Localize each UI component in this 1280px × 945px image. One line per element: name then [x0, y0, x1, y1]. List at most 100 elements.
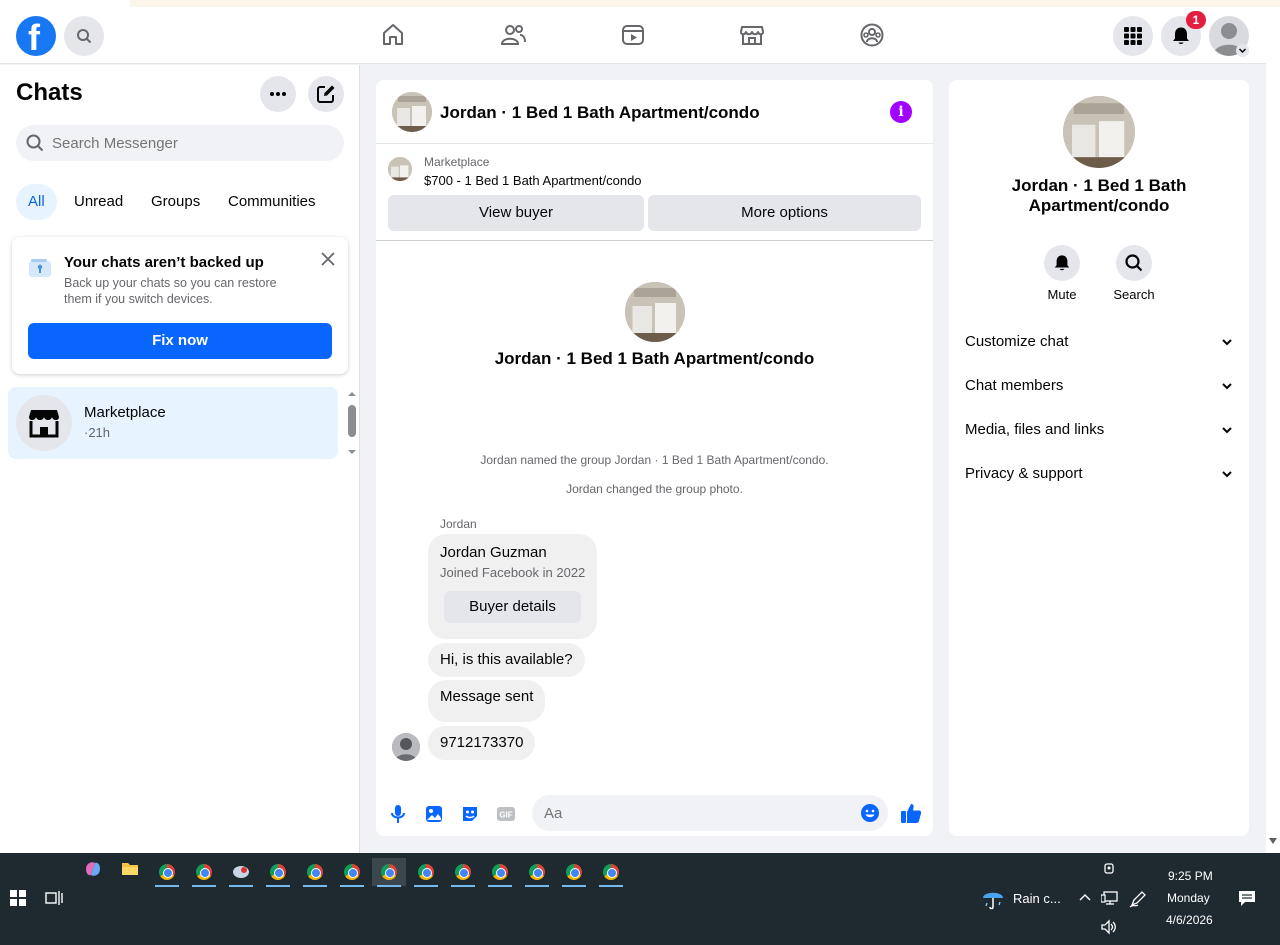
copilot-icon[interactable]	[84, 860, 102, 878]
chevron-down-icon	[1222, 427, 1232, 434]
chrome-taskbar-app[interactable]	[596, 858, 626, 887]
clock-date[interactable]: 4/6/2026	[1166, 913, 1213, 927]
search-button[interactable]	[64, 16, 104, 56]
file-explorer-icon[interactable]	[121, 861, 139, 876]
chrome-taskbar-app[interactable]	[337, 858, 367, 887]
tab-groups[interactable]: Groups	[139, 184, 212, 220]
windows-taskbar: Rain c... 9:25 PM Monday 4/6/2026	[0, 853, 1280, 945]
groups-icon[interactable]	[859, 22, 885, 48]
room-photo-icon	[1063, 96, 1135, 168]
info-icon[interactable]: i	[890, 101, 912, 123]
chrome-taskbar-app[interactable]	[300, 858, 330, 887]
account-chevron-icon[interactable]	[1236, 44, 1249, 57]
view-buyer-button[interactable]: View buyer	[388, 195, 644, 231]
chevron-down-icon	[1222, 471, 1232, 478]
chrome-taskbar-app[interactable]	[189, 858, 219, 887]
chat-options-button[interactable]	[260, 76, 296, 112]
marketplace-avatar	[16, 395, 72, 451]
backup-title: Your chats aren’t backed up	[64, 254, 264, 271]
pen-icon[interactable]	[1129, 890, 1147, 908]
chrome-taskbar-app[interactable]	[263, 858, 293, 887]
chevron-down-icon	[1222, 383, 1232, 390]
chats-sidebar: Chats All Unread Groups Communities Your…	[0, 65, 360, 853]
bell-icon	[1173, 27, 1189, 44]
chrome-taskbar-app[interactable]	[152, 858, 182, 887]
video-icon[interactable]	[620, 22, 646, 48]
facebook-logo[interactable]: f	[16, 16, 56, 58]
group-photo-profile[interactable]	[1063, 96, 1135, 168]
message-input[interactable]	[544, 795, 844, 831]
scroll-down-icon[interactable]	[1269, 838, 1277, 844]
chat-info-title: Jordan · 1 Bed 1 Bath Apartment/condo	[1011, 176, 1187, 215]
windows-start-icon[interactable]	[10, 890, 26, 906]
thumbs-up-icon[interactable]	[900, 802, 922, 824]
friends-icon[interactable]	[500, 22, 526, 48]
section-label: Customize chat	[965, 333, 1069, 350]
room-photo-icon	[388, 157, 412, 181]
listing-title[interactable]: $700 - 1 Bed 1 Bath Apartment/condo	[424, 173, 642, 188]
buyer-details-button[interactable]: Buyer details	[444, 591, 581, 623]
clock-day[interactable]: Monday	[1167, 891, 1210, 905]
message-input-field[interactable]	[532, 795, 888, 831]
mute-button[interactable]: Mute	[1022, 245, 1102, 302]
home-icon[interactable]	[380, 22, 406, 48]
chat-list-item-marketplace[interactable]: Marketplace ·21h	[8, 387, 338, 459]
chrome-taskbar-app[interactable]	[411, 858, 441, 887]
menu-button[interactable]	[1113, 16, 1153, 56]
grid-menu-icon	[1124, 27, 1142, 45]
chrome-taskbar-app[interactable]	[559, 858, 589, 887]
chevron-up-icon[interactable]	[1079, 893, 1091, 901]
rain-weather-icon[interactable]	[981, 887, 1005, 911]
sender-avatar[interactable]	[392, 733, 420, 761]
system-message: Jordan named the group Jordan · 1 Bed 1 …	[480, 453, 829, 467]
fix-now-button[interactable]: Fix now	[28, 323, 332, 359]
bell-icon	[1054, 255, 1070, 271]
conversation-title[interactable]: Jordan · 1 Bed 1 Bath Apartment/condo	[440, 103, 760, 123]
conversation-header: Jordan · 1 Bed 1 Bath Apartment/condo i	[376, 80, 933, 144]
section-label: Media, files and links	[965, 421, 1105, 438]
chrome-taskbar-app[interactable]	[448, 858, 478, 887]
microphone-icon[interactable]	[388, 804, 408, 824]
chat-backup-icon	[29, 259, 51, 277]
photo-icon[interactable]	[424, 804, 444, 824]
media-files-links-section[interactable]: Media, files and links	[965, 421, 1233, 445]
search-input[interactable]	[52, 125, 332, 161]
search-conversation-button[interactable]: Search	[1094, 245, 1174, 302]
clock-time[interactable]: 9:25 PM	[1168, 869, 1213, 883]
page-scrollbar[interactable]	[1266, 8, 1280, 853]
backup-warning-card: Your chats aren’t backed up Back up your…	[12, 237, 348, 374]
emoji-icon[interactable]	[860, 803, 880, 823]
message-bubble: 9712173370	[428, 726, 536, 760]
close-icon[interactable]	[318, 249, 338, 269]
more-options-button[interactable]: More options	[648, 195, 921, 231]
top-navigation-bar: f	[0, 8, 1266, 64]
meet-now-icon[interactable]	[1102, 861, 1116, 877]
network-icon[interactable]	[1101, 890, 1119, 906]
chrome-taskbar-app[interactable]	[522, 858, 552, 887]
sidebar-scrollbar[interactable]	[346, 391, 358, 457]
room-photo-icon	[392, 92, 432, 132]
chrome-taskbar-app-active[interactable]	[372, 858, 406, 887]
search-messenger-field[interactable]	[16, 125, 344, 161]
tab-unread[interactable]: Unread	[62, 184, 135, 220]
tab-communities[interactable]: Communities	[216, 184, 328, 220]
customize-chat-section[interactable]: Customize chat	[965, 333, 1233, 357]
app-taskbar-icon[interactable]	[226, 858, 256, 887]
privacy-support-section[interactable]: Privacy & support	[965, 465, 1233, 489]
window-top-strip	[0, 0, 1280, 8]
volume-icon[interactable]	[1100, 919, 1118, 935]
marketplace-icon[interactable]	[739, 22, 765, 48]
listing-photo	[388, 157, 412, 181]
chrome-taskbar-app[interactable]	[485, 858, 515, 887]
action-center-icon[interactable]	[1238, 890, 1256, 907]
sticker-icon[interactable]	[460, 804, 480, 824]
gif-icon[interactable]: GIF	[496, 804, 516, 824]
new-message-button[interactable]	[308, 76, 344, 112]
task-view-icon[interactable]	[45, 890, 63, 906]
chat-members-section[interactable]: Chat members	[965, 377, 1233, 401]
buyer-profile-card: Jordan Guzman Joined Facebook in 2022 Bu…	[428, 534, 597, 639]
tab-all[interactable]: All	[16, 184, 57, 220]
conversation-name-heading: Jordan · 1 Bed 1 Bath Apartment/condo	[494, 349, 815, 368]
group-photo[interactable]	[392, 92, 432, 132]
weather-text[interactable]: Rain c...	[1013, 891, 1061, 906]
